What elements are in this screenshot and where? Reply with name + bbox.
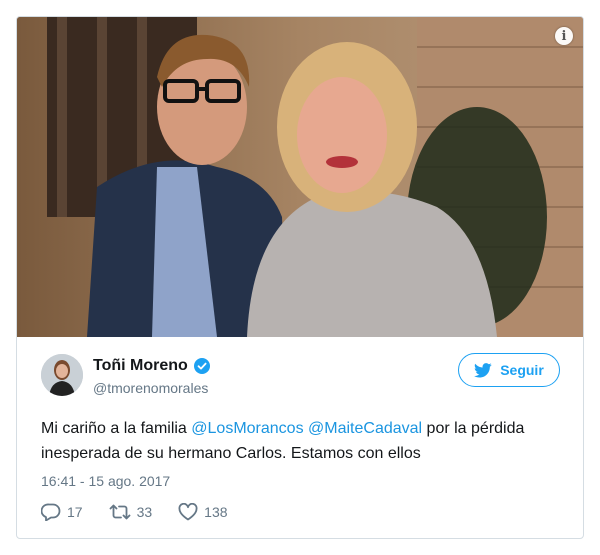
retweet-button[interactable]: 33 [109,503,153,521]
tweet-card: i Toñi Moreno @tmorenomorales Seguir Mi … [16,16,584,539]
verified-badge-icon [193,358,210,374]
reply-icon [41,503,61,521]
retweet-icon [109,504,130,520]
avatar[interactable] [41,354,83,396]
display-name[interactable]: Toñi Moreno [93,357,188,375]
author-name-row: Toñi Moreno [93,357,210,375]
tweet-text: Mi cariño a la familia @LosMorancos @Mai… [41,416,561,466]
mention-maite-cadaval[interactable]: @MaiteCadaval [308,420,422,437]
twitter-bird-icon [474,362,492,378]
follow-label: Seguir [500,362,544,378]
reply-count: 17 [67,504,83,520]
like-button[interactable]: 138 [178,503,228,521]
tweet-photo[interactable]: i [17,17,583,337]
tweet-actions: 17 33 138 [41,503,254,521]
info-icon[interactable]: i [555,27,573,45]
follow-button[interactable]: Seguir [458,353,560,387]
photo-illustration [17,17,583,337]
tweet-text-part: Mi cariño a la familia [41,420,192,437]
avatar-image [41,354,83,396]
reply-button[interactable]: 17 [41,503,83,521]
user-handle[interactable]: @tmorenomorales [93,380,208,396]
heart-icon [178,503,198,521]
retweet-count: 33 [136,504,153,520]
mention-los-morancos[interactable]: @LosMorancos [191,420,303,437]
like-count: 138 [204,504,228,520]
tweet-timestamp[interactable]: 16:41 - 15 ago. 2017 [41,473,170,489]
